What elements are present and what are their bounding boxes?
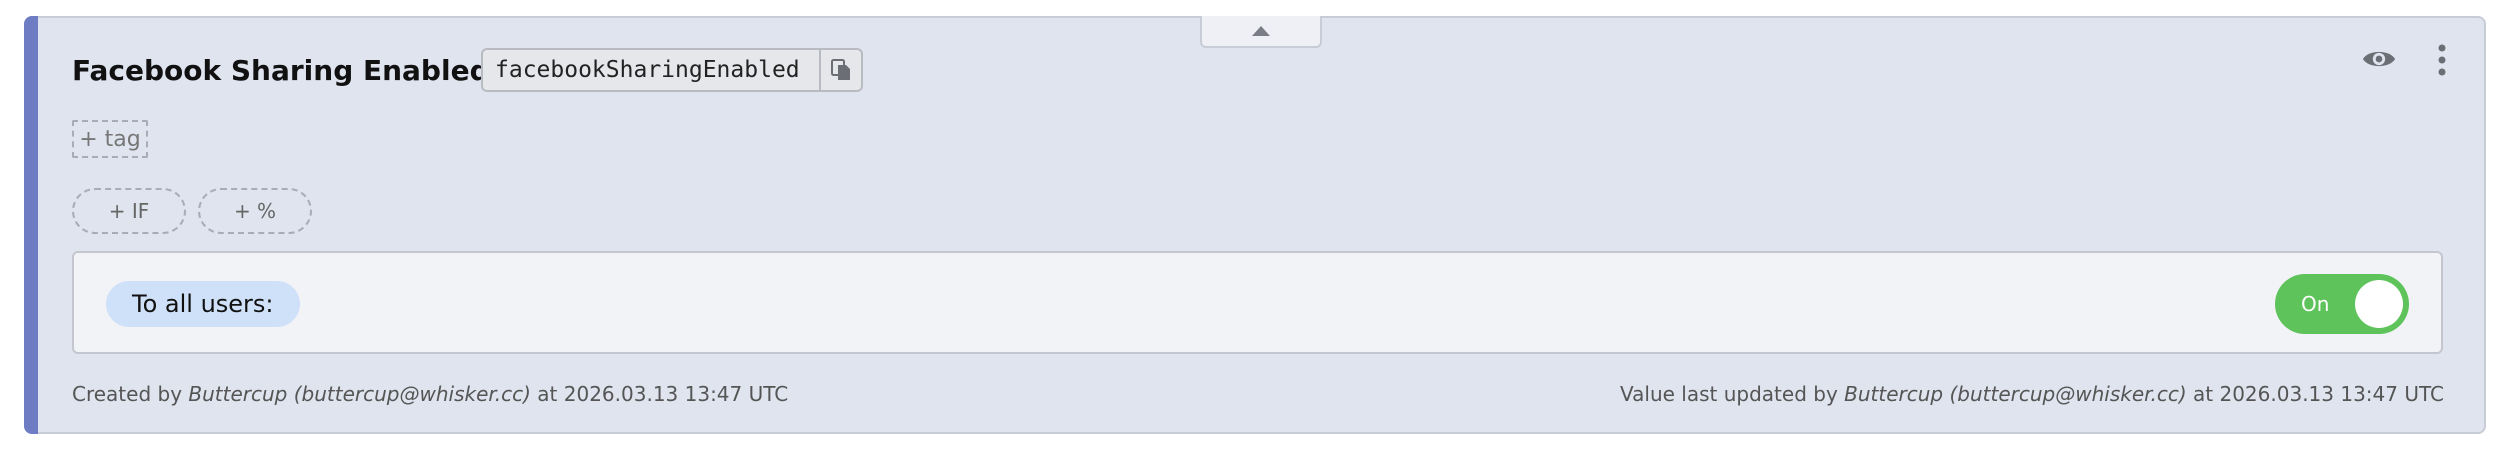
eye-icon: [2362, 51, 2396, 67]
created-prefix: Created by: [72, 382, 183, 406]
copy-key-button[interactable]: [819, 50, 861, 90]
feature-title: Facebook Sharing Enabled: [72, 54, 490, 87]
updated-at: at 2026.03.13 13:47 UTC: [2193, 382, 2444, 406]
collapse-button[interactable]: [1200, 16, 1322, 48]
feature-key-chip: facebookSharingEnabled: [481, 48, 863, 92]
feature-key: facebookSharingEnabled: [495, 57, 800, 83]
created-info: Created by Buttercup (buttercup@whisker.…: [72, 380, 788, 408]
add-condition-button[interactable]: + IF: [72, 188, 186, 234]
updated-prefix: Value last updated by: [1620, 382, 1838, 406]
created-by: Buttercup (buttercup@whisker.cc): [188, 382, 531, 406]
visibility-button[interactable]: [2360, 44, 2398, 74]
value-toggle[interactable]: On: [2275, 274, 2409, 334]
more-vertical-icon: [2438, 44, 2446, 76]
audience-chip: To all users:: [106, 281, 300, 327]
toggle-knob: [2355, 280, 2403, 328]
add-rollout-button[interactable]: + %: [198, 188, 312, 234]
copy-icon: [831, 59, 851, 80]
chevron-up-icon: [1252, 26, 1270, 36]
add-tag-button[interactable]: + tag: [72, 120, 148, 158]
targeting-rule: To all users: On: [72, 251, 2443, 354]
card-accent-bar: [24, 16, 38, 434]
toggle-label: On: [2301, 292, 2330, 316]
updated-info: Value last updated by Buttercup (butterc…: [1620, 380, 2444, 408]
created-at: at 2026.03.13 13:47 UTC: [537, 382, 789, 406]
more-options-button[interactable]: [2430, 42, 2454, 78]
updated-by: Buttercup (buttercup@whisker.cc): [1844, 382, 2187, 406]
